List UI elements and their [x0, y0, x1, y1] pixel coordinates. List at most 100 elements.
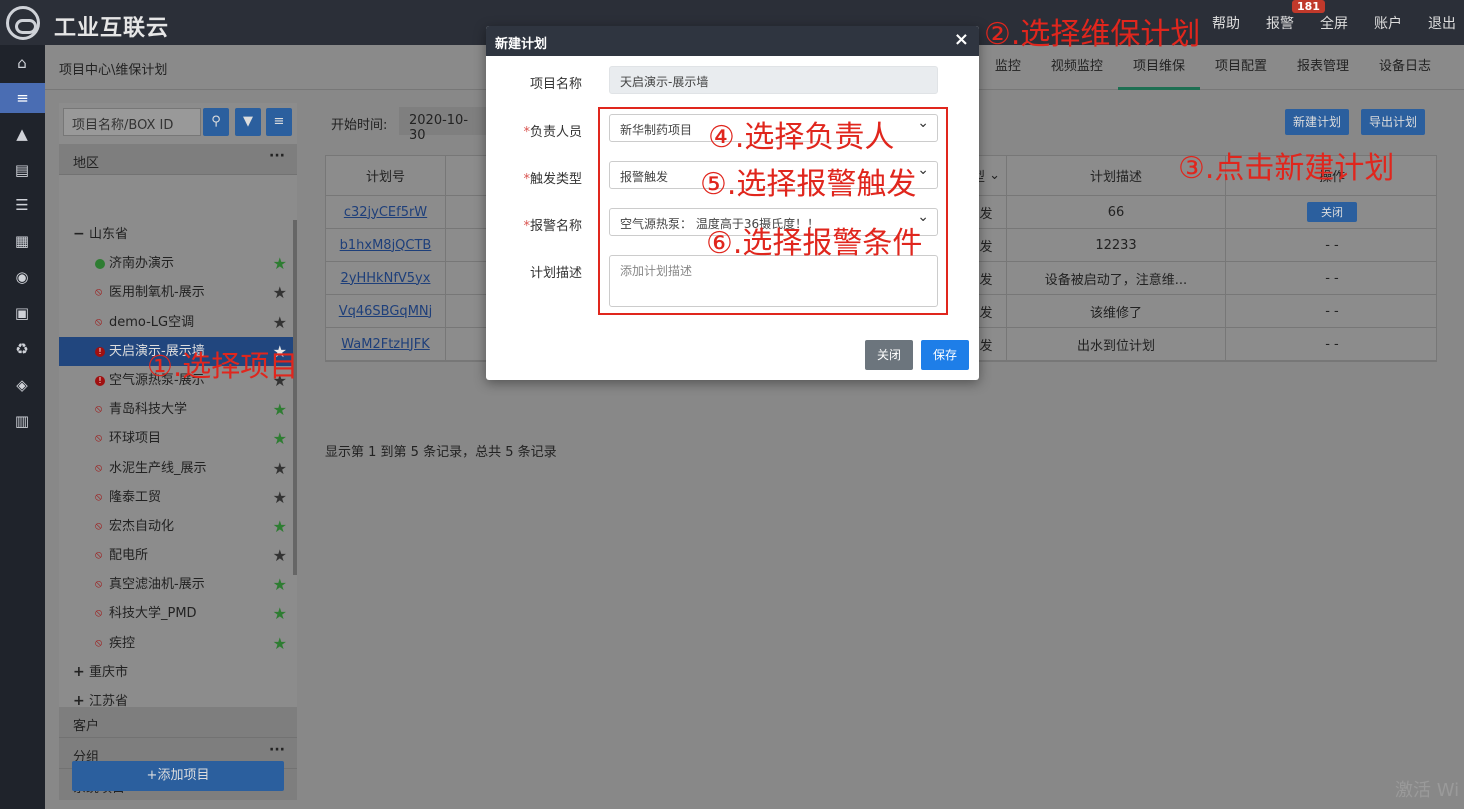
tab-reports[interactable]: 报表管理: [1282, 45, 1364, 90]
android-icon[interactable]: ◉: [12, 267, 32, 287]
expand-icon[interactable]: +: [73, 658, 85, 687]
menu-icon[interactable]: ≡: [266, 108, 292, 136]
project-name-label: 项目名称: [529, 77, 582, 92]
export-plan-button[interactable]: 导出计划: [1361, 109, 1426, 135]
account-link[interactable]: 账户: [1374, 13, 1402, 33]
offline-link-icon: ⦸: [95, 577, 103, 591]
customer-section-header[interactable]: 客户: [59, 707, 297, 738]
tree-node-region[interactable]: + 重庆市: [59, 658, 297, 687]
alert-status-icon: !: [95, 346, 105, 357]
tree-scrollbar[interactable]: [293, 220, 297, 575]
tree-node-province[interactable]: − 山东省: [59, 220, 297, 250]
star-icon[interactable]: ★: [273, 249, 287, 278]
online-status-icon: [95, 259, 105, 270]
search-icon[interactable]: ⚲: [203, 108, 229, 136]
project-tree-item[interactable]: ⦸ 疾控 ★: [59, 629, 297, 658]
chevron-down-icon: ⌄: [989, 168, 1001, 183]
logout-link[interactable]: 退出: [1428, 13, 1456, 33]
project-name: 水泥生产线_展示: [109, 460, 207, 476]
more-icon[interactable]: ···: [269, 148, 285, 164]
tab-device-log[interactable]: 设备日志: [1364, 45, 1446, 90]
briefcase-icon[interactable]: ▣: [12, 303, 32, 323]
add-project-button[interactable]: +添加项目: [72, 761, 284, 791]
desc-label: 计划描述: [529, 266, 582, 281]
filter-icon[interactable]: ▼: [235, 108, 261, 136]
offline-link-icon: ⦸: [95, 402, 103, 416]
project-tree-item[interactable]: ⦸ 水泥生产线_展示 ★: [59, 454, 297, 483]
home-icon[interactable]: ⌂: [12, 53, 32, 73]
plan-desc-cell: 该维修了: [1006, 295, 1226, 327]
alert-status-icon: !: [95, 375, 105, 386]
star-icon[interactable]: ★: [273, 512, 287, 541]
star-icon[interactable]: ★: [273, 570, 287, 599]
project-tree-item[interactable]: ⦸ demo-LG空调 ★: [59, 308, 297, 337]
offline-link-icon: ⦸: [95, 635, 103, 649]
recycle-icon[interactable]: ♻: [12, 339, 32, 359]
col-plan-header[interactable]: 计划号: [326, 156, 446, 195]
help-link[interactable]: 帮助: [1212, 13, 1240, 33]
star-icon[interactable]: ★: [273, 424, 287, 453]
fullscreen-link[interactable]: 全屏: [1320, 13, 1348, 33]
offline-link-icon: ⦸: [95, 431, 103, 445]
project-tree-item[interactable]: ⦸ 真空滤油机-展示 ★: [59, 570, 297, 599]
save-button[interactable]: 保存: [921, 340, 970, 370]
star-icon[interactable]: ★: [273, 629, 287, 658]
bell-icon[interactable]: ▲: [12, 124, 32, 144]
no-operation-text: - -: [1325, 336, 1339, 352]
offline-link-icon: ⦸: [95, 606, 103, 620]
star-icon[interactable]: ★: [273, 599, 287, 628]
plan-id-link[interactable]: b1hxM8jQCTB: [340, 238, 432, 253]
list-icon[interactable]: ☰: [12, 195, 32, 215]
plan-id-link[interactable]: 2yHHkNfV5yx: [341, 271, 431, 286]
project-tree-item[interactable]: ⦸ 青岛科技大学 ★: [59, 395, 297, 424]
clipboard-icon[interactable]: ▥: [12, 411, 32, 431]
plan-desc-cell: 设备被启动了，注意维...: [1006, 262, 1226, 294]
star-icon[interactable]: ★: [273, 395, 287, 424]
owner-label: *负责人员: [523, 125, 582, 140]
star-icon[interactable]: ★: [273, 541, 287, 570]
offline-link-icon: ⦸: [95, 314, 103, 328]
plan-id-cell: b1hxM8jQCTB: [326, 229, 446, 261]
alarm-link[interactable]: 报警: [1266, 13, 1294, 33]
star-icon[interactable]: ★: [273, 308, 287, 337]
plan-id-cell: 2yHHkNfV5yx: [326, 262, 446, 294]
region-section-header[interactable]: 地区 ···: [59, 144, 297, 175]
project-tree-item[interactable]: ⦸ 环球项目 ★: [59, 424, 297, 453]
project-tree-item[interactable]: ⦸ 配电所 ★: [59, 541, 297, 570]
project-name: 配电所: [109, 548, 149, 564]
more-icon[interactable]: ···: [269, 742, 285, 758]
province-label: 山东省: [89, 227, 129, 242]
plan-id-link[interactable]: Vq46SBGqMNj: [339, 304, 433, 319]
project-center-icon[interactable]: ≡: [0, 83, 45, 113]
collapse-icon[interactable]: −: [73, 220, 85, 249]
close-button[interactable]: 关闭: [865, 340, 914, 370]
region-label: 地区: [73, 156, 100, 171]
close-plan-button[interactable]: 关闭: [1307, 202, 1357, 222]
offline-link-icon: ⦸: [95, 489, 103, 503]
close-icon[interactable]: ×: [954, 29, 969, 50]
plan-id-link[interactable]: WaM2FtzHJFK: [341, 337, 430, 352]
project-tree-item[interactable]: ⦸ 医用制氧机-展示 ★: [59, 278, 297, 307]
star-icon[interactable]: ★: [273, 454, 287, 483]
project-tree-item[interactable]: ⦸ 隆泰工贸 ★: [59, 483, 297, 512]
tab-project-config[interactable]: 项目配置: [1200, 45, 1282, 90]
offline-link-icon: ⦸: [95, 548, 103, 562]
cloud-logo-icon: [6, 6, 40, 40]
operation-cell: - -: [1226, 328, 1438, 360]
grid-icon[interactable]: ▦: [12, 231, 32, 251]
star-icon[interactable]: ★: [273, 278, 287, 307]
new-plan-button[interactable]: 新建计划: [1285, 109, 1350, 135]
project-search-input[interactable]: 项目名称/BOX ID: [63, 108, 201, 136]
project-tree-item[interactable]: 济南办演示 ★: [59, 249, 297, 278]
expand-icon[interactable]: +: [73, 687, 85, 707]
project-name: 医用制氧机-展示: [109, 285, 205, 301]
project-tree-item[interactable]: ⦸ 科技大学_PMD ★: [59, 599, 297, 628]
star-icon[interactable]: ★: [273, 483, 287, 512]
monitor-icon[interactable]: ◈: [12, 375, 32, 395]
plan-id-link[interactable]: c32jyCEf5rW: [344, 205, 427, 220]
document-icon[interactable]: ▤: [12, 160, 32, 180]
project-tree-item[interactable]: ⦸ 宏杰自动化 ★: [59, 512, 297, 541]
no-operation-text: - -: [1325, 270, 1339, 286]
tree-node-region[interactable]: + 江苏省: [59, 687, 297, 707]
start-time-input[interactable]: 2020-10-30: [399, 107, 489, 143]
